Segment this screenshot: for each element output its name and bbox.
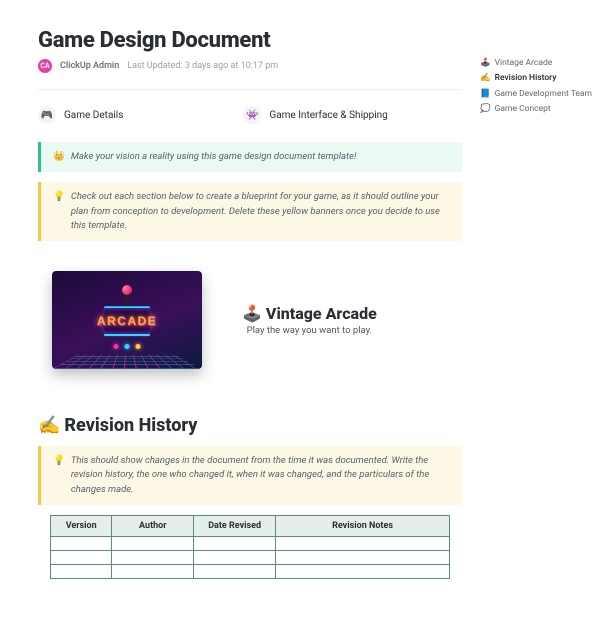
alien-icon: 👾	[243, 106, 261, 124]
banner-text: This should show changes in the document…	[71, 454, 450, 497]
meta-row: CA ClickUp Admin Last Updated: 3 days ag…	[38, 59, 462, 73]
revision-table[interactable]: Version Author Date Revised Revision Not…	[50, 515, 450, 579]
quicklink-interface-shipping[interactable]: 👾 Game Interface & Shipping	[243, 106, 387, 124]
author-avatar[interactable]: CA	[38, 59, 52, 73]
quicklink-game-details[interactable]: 🎮 Game Details	[38, 106, 123, 124]
toc-label: Game Development Team	[495, 87, 592, 102]
table-row[interactable]	[51, 550, 450, 564]
crown-icon: 👑	[53, 150, 65, 164]
author-name[interactable]: ClickUp Admin	[60, 61, 119, 71]
toc-item-vintage-arcade[interactable]: 🕹️ Vintage Arcade	[480, 56, 592, 71]
section-title: Revision History	[64, 415, 197, 436]
writing-hand-icon: ✍️	[38, 415, 60, 436]
toc-item-game-concept[interactable]: 💭 Game Concept	[480, 102, 592, 117]
joystick-icon: 🕹️	[242, 304, 262, 323]
joystick-icon: 🕹️	[480, 56, 491, 71]
toc-label: Revision History	[495, 71, 557, 86]
vintage-heading-block: 🕹️ Vintage Arcade Play the way you want …	[242, 304, 377, 336]
cell[interactable]	[194, 536, 276, 550]
last-updated: Last Updated: 3 days ago at 10:17 pm	[127, 61, 278, 71]
info-banner-yellow-revision: 💡 This should show changes in the docume…	[38, 446, 462, 505]
quicklink-label: Game Details	[64, 110, 123, 121]
document-body: Game Design Document CA ClickUp Admin La…	[0, 0, 500, 579]
cell[interactable]	[51, 536, 112, 550]
col-date: Date Revised	[194, 515, 276, 536]
cell[interactable]	[112, 564, 194, 578]
table-row[interactable]	[51, 564, 450, 578]
col-notes: Revision Notes	[276, 515, 450, 536]
table-header-row: Version Author Date Revised Revision Not…	[51, 515, 450, 536]
toc-item-dev-team[interactable]: 📘 Game Development Team	[480, 87, 592, 102]
arcade-image-text: ARCADE	[97, 314, 157, 328]
cell[interactable]	[194, 564, 276, 578]
cell[interactable]	[51, 550, 112, 564]
table-row[interactable]	[51, 536, 450, 550]
cell[interactable]	[112, 536, 194, 550]
banner-text: Check out each section below to create a…	[71, 190, 450, 233]
info-banner-yellow-intro: 💡 Check out each section below to create…	[38, 182, 462, 241]
toc-label: Vintage Arcade	[495, 56, 553, 71]
toc-item-revision-history[interactable]: ✍️ Revision History	[480, 71, 592, 86]
cell[interactable]	[276, 536, 450, 550]
divider	[38, 89, 462, 90]
cell[interactable]	[51, 564, 112, 578]
cell[interactable]	[112, 550, 194, 564]
cell[interactable]	[194, 550, 276, 564]
thought-icon: 💭	[480, 102, 491, 117]
table-of-contents: 🕹️ Vintage Arcade ✍️ Revision History 📘 …	[480, 56, 592, 117]
banner-text: Make your vision a reality using this ga…	[71, 150, 356, 164]
book-icon: 📘	[480, 87, 491, 102]
writing-hand-icon: ✍️	[480, 71, 491, 86]
col-author: Author	[112, 515, 194, 536]
page-title: Game Design Document	[38, 28, 462, 53]
vintage-title: Vintage Arcade	[266, 304, 377, 323]
toc-label: Game Concept	[495, 102, 551, 117]
vintage-subtitle: Play the way you want to play.	[242, 325, 377, 336]
info-banner-green: 👑 Make your vision a reality using this …	[38, 142, 462, 172]
col-version: Version	[51, 515, 112, 536]
bulb-icon: 💡	[53, 190, 65, 233]
gamepad-icon: 🎮	[38, 106, 56, 124]
arcade-image: ARCADE	[52, 271, 202, 369]
quick-links: 🎮 Game Details 👾 Game Interface & Shippi…	[38, 100, 462, 142]
vintage-arcade-section: ARCADE 🕹️ Vintage Arcade Play the way yo…	[38, 271, 462, 369]
bulb-icon: 💡	[53, 454, 65, 497]
quicklink-label: Game Interface & Shipping	[269, 110, 387, 121]
section-revision-history: ✍️ Revision History	[38, 415, 462, 436]
cell[interactable]	[276, 564, 450, 578]
cell[interactable]	[276, 550, 450, 564]
